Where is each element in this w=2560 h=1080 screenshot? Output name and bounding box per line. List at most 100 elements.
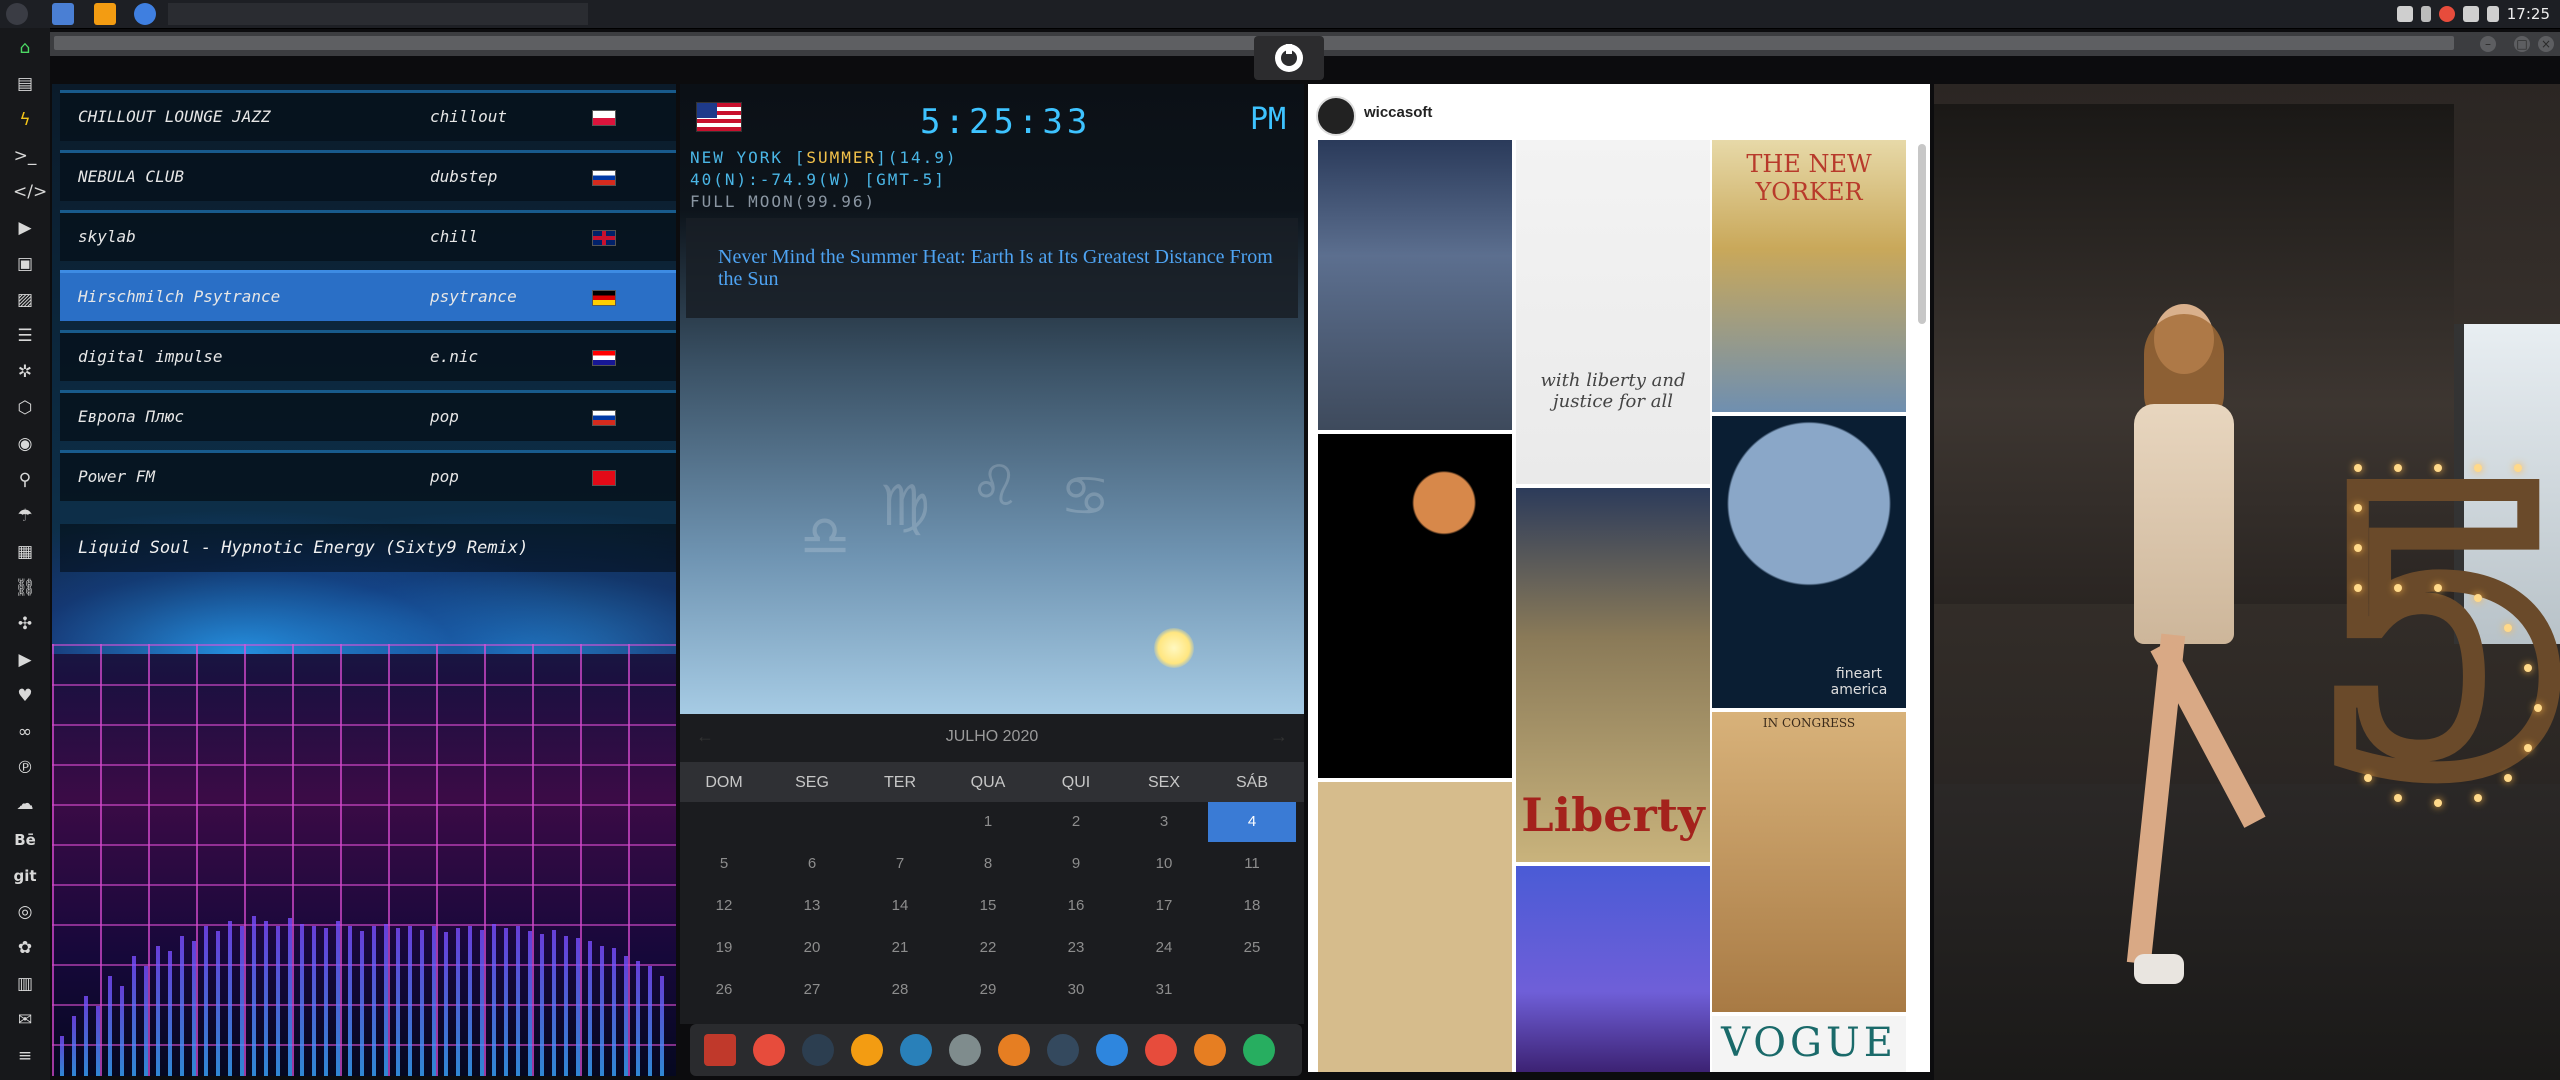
calendar-day[interactable]: 12 (680, 886, 768, 926)
calendar-day[interactable]: 5 (680, 844, 768, 884)
pinterest-icon[interactable]: ℗ (13, 756, 37, 780)
calendar-day[interactable]: 17 (1120, 886, 1208, 926)
avatar[interactable] (1316, 96, 1356, 136)
rebel-logo-tab[interactable] (1254, 36, 1324, 80)
web-icon[interactable] (1096, 1034, 1128, 1066)
wifi-icon[interactable] (2486, 6, 2499, 22)
feed-image[interactable]: THE NEW YORKER (1712, 140, 1906, 412)
infinity-icon[interactable]: ∞ (13, 720, 37, 744)
behance-label[interactable]: Bē (13, 828, 37, 852)
station-row[interactable]: Power FM pop (60, 450, 676, 501)
contacts-icon[interactable]: ▦ (13, 540, 37, 564)
calendar-day[interactable]: 18 (1208, 886, 1296, 926)
feed-image[interactable]: IN CONGRESS (1712, 712, 1906, 1012)
calendar-day[interactable]: 1 (944, 802, 1032, 842)
calendar-day[interactable]: 23 (1032, 928, 1120, 968)
play-icon[interactable]: ▶ (13, 216, 37, 240)
station-row-selected[interactable]: Hirschmilch Psytrance psytrance (60, 270, 676, 321)
volume-icon[interactable] (2462, 6, 2479, 22)
mail-icon[interactable]: ✉ (13, 1008, 37, 1032)
globe-icon[interactable]: ◉ (13, 432, 37, 456)
umbrella-icon[interactable]: ☂ (13, 504, 37, 528)
lightning-icon[interactable]: ϟ (13, 108, 37, 132)
station-row[interactable]: Европа Плюс pop (60, 390, 676, 441)
heart-icon[interactable]: ♥ (13, 684, 37, 708)
news-card[interactable]: Never Mind the Summer Heat: Earth Is at … (686, 218, 1298, 318)
station-row[interactable]: digital impulse e.nic (60, 330, 676, 381)
feed-image[interactable] (1516, 866, 1710, 1072)
clock-icon[interactable] (1047, 1034, 1079, 1066)
calendar-day[interactable]: 22 (944, 928, 1032, 968)
feed-image[interactable] (1318, 782, 1512, 1072)
yandex-icon[interactable] (1243, 1034, 1275, 1066)
document-icon[interactable]: ▤ (13, 72, 37, 96)
network-icon[interactable]: ✿ (13, 936, 37, 960)
bluetooth-icon[interactable] (2420, 6, 2431, 22)
menu-icon[interactable] (6, 3, 28, 25)
calendar-day[interactable]: 3 (1120, 802, 1208, 842)
calendar-day[interactable]: 26 (680, 970, 768, 1010)
calendar-day[interactable]: 30 (1032, 970, 1120, 1010)
hexagon-icon[interactable]: ⬡ (13, 396, 37, 420)
calendar-day-today[interactable]: 4 (1208, 802, 1296, 842)
reader-icon[interactable]: ☰ (13, 324, 37, 348)
calendar-day[interactable]: 27 (768, 970, 856, 1010)
calendar-day[interactable]: 19 (680, 928, 768, 968)
feed-image[interactable]: fineart america (1712, 416, 1906, 708)
settings-icon[interactable] (2438, 6, 2455, 22)
appmenu-icon[interactable] (704, 1034, 736, 1066)
terminal-icon[interactable]: >_ (13, 144, 37, 168)
calendar-day[interactable]: 29 (944, 970, 1032, 1010)
clock-text[interactable]: 17:25 (2507, 5, 2550, 23)
search-icon[interactable]: ⚲ (13, 468, 37, 492)
notes-icon[interactable] (949, 1034, 981, 1066)
close-icon[interactable]: × (2538, 36, 2554, 52)
news-headline[interactable]: Never Mind the Summer Heat: Earth Is at … (718, 246, 1278, 290)
calendar-day[interactable]: 11 (1208, 844, 1296, 884)
files-icon[interactable]: ▣ (13, 252, 37, 276)
station-row[interactable]: CHILLOUT LOUNGE JAZZ chillout (60, 90, 676, 141)
calendar-day[interactable]: 24 (1120, 928, 1208, 968)
calendar-day[interactable]: 21 (856, 928, 944, 968)
screenshot-icon[interactable] (2396, 6, 2413, 22)
calendar-icon[interactable] (1145, 1034, 1177, 1066)
calendar-day[interactable]: 20 (768, 928, 856, 968)
expand-icon[interactable]: ✣ (13, 612, 37, 636)
translate-icon[interactable] (900, 1034, 932, 1066)
calendar-day[interactable]: 13 (768, 886, 856, 926)
list-icon[interactable]: ≡ (13, 1044, 37, 1068)
files-icon[interactable] (52, 3, 74, 25)
arrow-icon[interactable] (1194, 1034, 1226, 1066)
maximize-icon[interactable]: □ (2514, 36, 2530, 52)
globe-dark-icon[interactable] (802, 1034, 834, 1066)
calendar-day[interactable]: 9 (1032, 844, 1120, 884)
search-icon[interactable] (998, 1034, 1030, 1066)
gear-icon[interactable]: ✲ (13, 360, 37, 384)
sublime-icon[interactable] (94, 3, 116, 25)
calendar-day[interactable]: 15 (944, 886, 1032, 926)
feed-image[interactable]: with liberty and justice for all (1516, 140, 1710, 484)
calendar-day[interactable]: 28 (856, 970, 944, 1010)
scrollbar[interactable] (1918, 144, 1926, 324)
calendar-day[interactable]: 7 (856, 844, 944, 884)
station-row[interactable]: NEBULA CLUB dubstep (60, 150, 676, 201)
photos-icon[interactable] (851, 1034, 883, 1066)
calendar-day[interactable]: 25 (1208, 928, 1296, 968)
next-month-icon[interactable]: → (1270, 726, 1288, 747)
youtube-icon[interactable]: ▶ (13, 648, 37, 672)
calendar-day[interactable]: 16 (1032, 886, 1120, 926)
station-row[interactable]: skylab chill (60, 210, 676, 261)
cloud-icon[interactable]: ☁ (13, 792, 37, 816)
calendar-day[interactable]: 14 (856, 886, 944, 926)
feed-image[interactable]: Liberty (1516, 488, 1710, 862)
calendar-day[interactable]: 2 (1032, 802, 1120, 842)
github-icon[interactable]: ◎ (13, 900, 37, 924)
home-icon[interactable]: ⌂ (13, 36, 37, 60)
map-icon[interactable]: ▥ (13, 972, 37, 996)
feed-image[interactable] (1318, 140, 1512, 430)
link-icon[interactable]: ⛓ (13, 576, 37, 600)
timer-icon[interactable] (753, 1034, 785, 1066)
calendar-day[interactable]: 6 (768, 844, 856, 884)
image-icon[interactable]: ▨ (13, 288, 37, 312)
minimize-icon[interactable]: – (2480, 36, 2496, 52)
